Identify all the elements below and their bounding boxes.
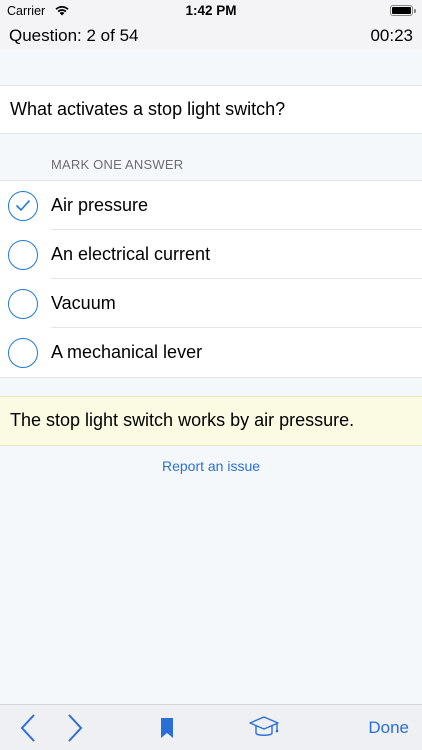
radio-icon[interactable]	[8, 240, 38, 270]
bookmark-icon	[161, 718, 173, 738]
question-text: What activates a stop light switch?	[0, 85, 422, 134]
answer-label: A mechanical lever	[51, 342, 203, 362]
answer-label: Vacuum	[51, 293, 116, 313]
answers-section-label: MARK ONE ANSWER	[51, 157, 184, 172]
status-bar: Carrier 1:42 PM	[0, 0, 422, 22]
chevron-right-icon	[68, 714, 83, 742]
bookmark-button[interactable]	[158, 713, 176, 743]
answer-option[interactable]: A mechanical lever	[0, 328, 422, 377]
answer-list: Air pressure An electrical current Vacuu…	[0, 180, 422, 378]
answer-option[interactable]: An electrical current	[0, 230, 422, 279]
checked-radio-icon[interactable]	[8, 191, 38, 221]
question-counter: Question: 2 of 54	[9, 26, 139, 45]
answer-option[interactable]: Vacuum	[0, 279, 422, 328]
answer-explanation: The stop light switch works by air press…	[0, 396, 422, 446]
quiz-header: Question: 2 of 54 00:23	[0, 22, 422, 50]
done-button[interactable]: Done	[368, 713, 409, 743]
graduation-cap-icon	[249, 716, 279, 736]
chevron-left-icon	[20, 714, 35, 742]
quiz-timer: 00:23	[370, 26, 413, 45]
clock: 1:42 PM	[185, 3, 237, 18]
study-button[interactable]	[247, 713, 281, 743]
previous-button[interactable]	[15, 713, 41, 743]
radio-icon[interactable]	[8, 289, 38, 319]
report-issue-link[interactable]: Report an issue	[0, 458, 422, 474]
answer-label: An electrical current	[51, 244, 211, 264]
radio-icon[interactable]	[8, 338, 38, 368]
answer-label: Air pressure	[51, 195, 149, 215]
battery-icon	[390, 5, 416, 16]
next-button[interactable]	[62, 713, 88, 743]
bottom-toolbar: Done	[0, 704, 422, 750]
answer-option[interactable]: Air pressure	[0, 181, 422, 230]
